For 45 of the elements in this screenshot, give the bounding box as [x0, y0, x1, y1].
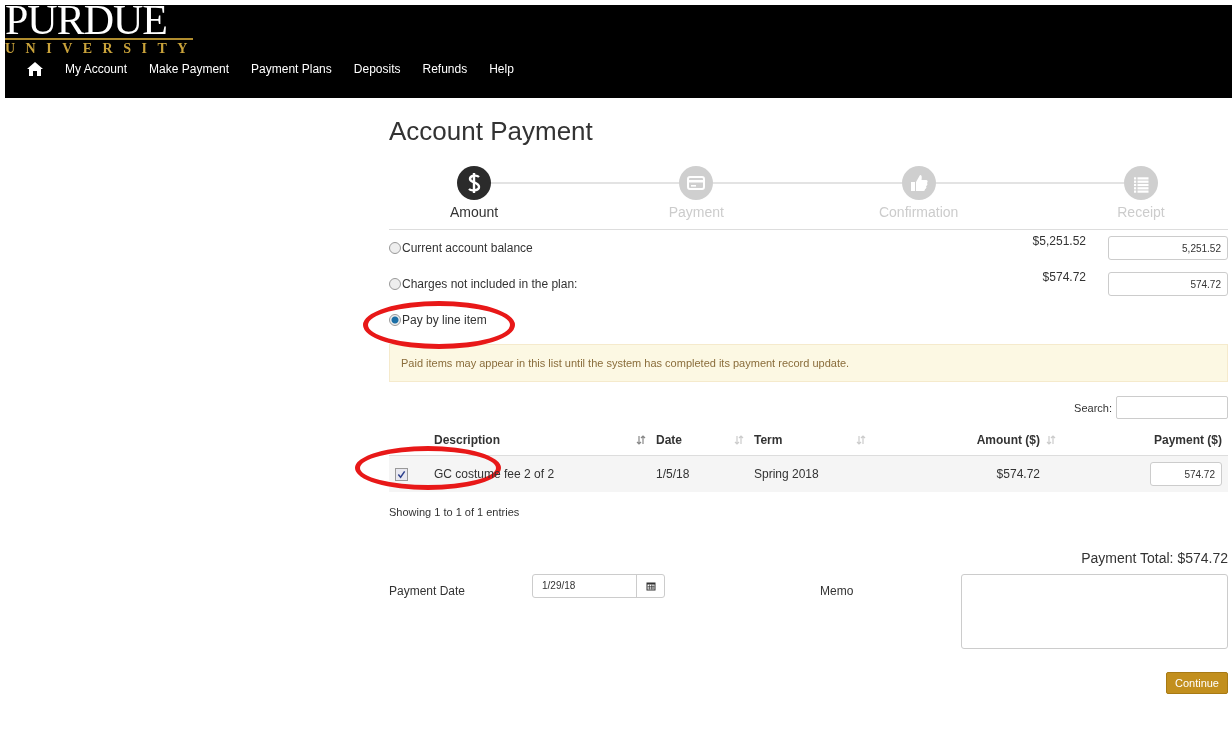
option-label[interactable]: Pay by line item — [402, 313, 487, 327]
memo-label: Memo — [820, 584, 855, 598]
amount-field[interactable]: 574.72 — [1108, 272, 1228, 296]
nav-link[interactable]: Deposits — [353, 62, 401, 76]
table-cell: Spring 2018 — [754, 467, 819, 481]
search-label: Search: — [1074, 401, 1112, 414]
sort-icon[interactable] — [856, 435, 866, 445]
memo-field[interactable] — [961, 574, 1228, 649]
search-field[interactable] — [1116, 396, 1228, 419]
table-cell: $574.72 — [996, 467, 1040, 481]
page-title: Account Payment — [389, 115, 594, 148]
column-header[interactable]: Date — [656, 433, 682, 447]
table-cell: 1/5/18 — [656, 467, 690, 481]
nav-link[interactable]: My Account — [65, 62, 128, 76]
option-label[interactable]: Current account balance — [402, 241, 533, 255]
nav-link[interactable]: Help — [489, 62, 514, 76]
option-amount: $574.72 — [1041, 269, 1086, 284]
notice-text: Paid items may appear in this list until the system has completed its payment record update. — [389, 344, 1228, 382]
sort-icon[interactable] — [734, 435, 744, 445]
column-header[interactable]: Description — [434, 433, 500, 447]
logo-wordmark: PURDUE — [5, 2, 193, 40]
amount-field[interactable]: 5,251.52 — [1108, 236, 1228, 260]
nav-link[interactable]: Refunds — [422, 62, 468, 76]
option-amount: $5,251.52 — [1031, 233, 1086, 248]
home-icon[interactable] — [27, 62, 43, 76]
nav-link[interactable]: Payment Plans — [251, 62, 332, 76]
radio-button[interactable] — [389, 314, 401, 326]
payment-date-label: Payment Date — [389, 584, 467, 598]
column-header[interactable]: Term — [754, 433, 783, 447]
sort-icon[interactable] — [636, 435, 646, 445]
radio-button[interactable] — [389, 278, 401, 290]
logo-subtitle: UNIVERSITY — [5, 40, 195, 58]
payment-field[interactable]: 574.72 — [1150, 462, 1222, 486]
checkbox[interactable] — [395, 467, 408, 481]
entries-info: Showing 1 to 1 of 1 entries — [389, 506, 521, 518]
sort-icon[interactable] — [1046, 435, 1056, 445]
column-header[interactable]: Amount ($) — [976, 433, 1040, 447]
date-field[interactable]: 1/29/18 — [532, 574, 665, 598]
step-label: Amount — [449, 204, 499, 220]
column-header: Payment ($) — [1153, 433, 1222, 447]
nav-link[interactable]: Make Payment — [149, 62, 230, 76]
payment-total: Payment Total: $574.72 — [1080, 550, 1228, 566]
calendar-icon[interactable] — [645, 581, 656, 591]
option-label[interactable]: Charges not included in the plan: — [402, 277, 578, 291]
radio-button[interactable] — [389, 242, 401, 254]
